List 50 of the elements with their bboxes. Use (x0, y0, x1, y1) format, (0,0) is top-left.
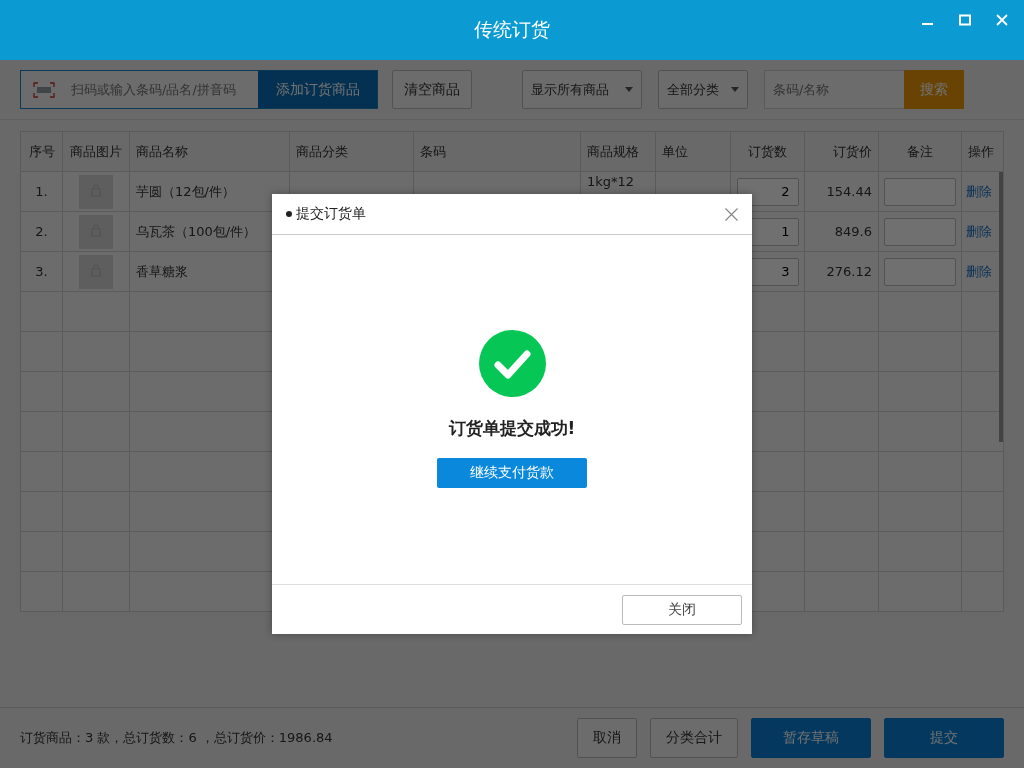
bullet-icon (286, 211, 292, 217)
add-product-button[interactable]: 添加订货商品 (258, 71, 377, 108)
search-field[interactable]: 条码/名称 (764, 70, 904, 109)
column-header: 商品图片 (63, 132, 130, 172)
column-header: 商品规格 (581, 132, 656, 172)
column-header: 订货数 (731, 132, 805, 172)
close-icon[interactable] (725, 207, 738, 221)
order-summary: 订货商品：3 款，总订货数：6 ，总订货价：1986.84 (20, 729, 333, 747)
scrollbar[interactable] (999, 172, 1003, 442)
success-check-icon (478, 330, 546, 397)
table-cell: 1. (21, 172, 63, 212)
window-title: 传统订货 (474, 17, 550, 42)
success-message: 订货单提交成功! (448, 417, 576, 440)
barcode-icon (33, 81, 55, 98)
table-cell: 154.44 (805, 172, 879, 212)
dialog-title: 提交订货单 (296, 205, 367, 223)
close-button[interactable]: 关闭 (622, 594, 742, 625)
delete-link[interactable]: 删除 (966, 182, 992, 201)
table-cell: 276.12 (805, 252, 879, 292)
column-header: 条码 (414, 132, 581, 172)
primary-button[interactable]: 暂存草稿 (751, 718, 871, 758)
delete-link[interactable]: 删除 (966, 262, 992, 281)
table-cell: 849.6 (805, 212, 879, 252)
column-header: 操作 (962, 132, 1004, 172)
note-field[interactable] (884, 257, 956, 286)
table-cell: 芋圆（12包/件） (130, 172, 290, 212)
delete-link[interactable]: 删除 (966, 222, 992, 241)
secondary-button[interactable]: 取消 (577, 718, 637, 758)
category-dropdown[interactable]: 全部分类 (658, 70, 748, 109)
secondary-button[interactable]: 分类合计 (650, 718, 738, 758)
table-cell: 3. (21, 252, 63, 292)
clear-products-button[interactable]: 清空商品 (392, 70, 472, 109)
column-header: 商品分类 (290, 132, 414, 172)
caret-icon (625, 87, 633, 92)
table-cell: 1kg*12 (587, 174, 635, 189)
note-field[interactable] (884, 177, 956, 206)
column-header: 序号 (21, 132, 63, 172)
column-header: 商品名称 (130, 132, 290, 172)
caret-icon (731, 87, 739, 92)
filter-dropdown[interactable]: 显示所有商品 (522, 70, 642, 109)
table-cell: 2. (21, 212, 63, 252)
quantity-field[interactable]: 2 (736, 177, 799, 206)
column-header: 备注 (879, 132, 962, 172)
column-header: 单位 (656, 132, 731, 172)
column-header: 订货价 (805, 132, 879, 172)
note-field[interactable] (884, 217, 956, 246)
maximize-icon[interactable] (959, 14, 971, 26)
continue-payment-button[interactable]: 继续支付货款 (437, 458, 587, 488)
search-button[interactable]: 搜索 (904, 70, 964, 109)
primary-button[interactable]: 提交 (884, 718, 1004, 758)
